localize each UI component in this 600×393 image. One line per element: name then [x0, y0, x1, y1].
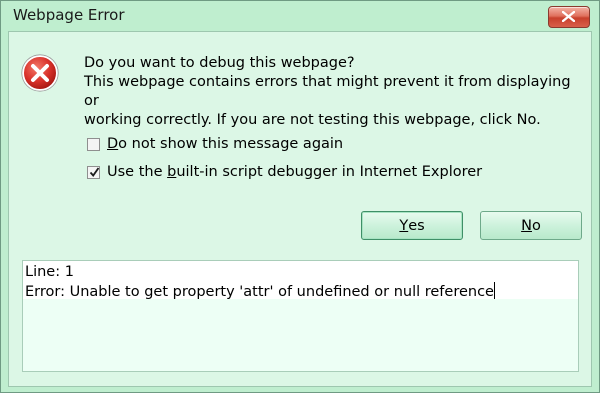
message-line-2: This webpage contains errors that might … [84, 74, 571, 109]
close-icon [562, 11, 575, 22]
details-line: Line: 1 [25, 264, 74, 280]
error-details-box[interactable]: Line: 1 Error: Unable to get property 'a… [22, 260, 579, 372]
error-icon [21, 54, 59, 92]
dialog-body: Do you want to debug this webpage? This … [8, 31, 592, 387]
do-not-show-label: Do not show this message again [107, 136, 344, 152]
use-debugger-checkbox[interactable] [87, 165, 100, 179]
details-text: Line: 1 Error: Unable to get property 'a… [25, 263, 495, 302]
dialog-window: Webpage Error Do you want to debug this … [0, 0, 600, 393]
title-bar[interactable]: Webpage Error [1, 1, 599, 31]
message-question: Do you want to debug this webpage? [84, 55, 355, 71]
no-button[interactable]: No [480, 211, 582, 240]
window-title: Webpage Error [13, 6, 125, 24]
message-line-3: working correctly. If you are not testin… [84, 112, 541, 128]
details-error: Error: Unable to get property 'attr' of … [25, 284, 494, 300]
checkmark-icon [89, 166, 100, 177]
do-not-show-option[interactable]: Do not show this message again [87, 135, 343, 153]
use-debugger-label: Use the built-in script debugger in Inte… [107, 164, 483, 180]
text-caret [493, 282, 495, 299]
close-button[interactable] [548, 6, 590, 28]
do-not-show-checkbox[interactable] [87, 137, 100, 151]
message-text: Do you want to debug this webpage? This … [84, 54, 584, 130]
use-debugger-option[interactable]: Use the built-in script debugger in Inte… [87, 163, 482, 181]
yes-button[interactable]: Yes [361, 211, 463, 240]
